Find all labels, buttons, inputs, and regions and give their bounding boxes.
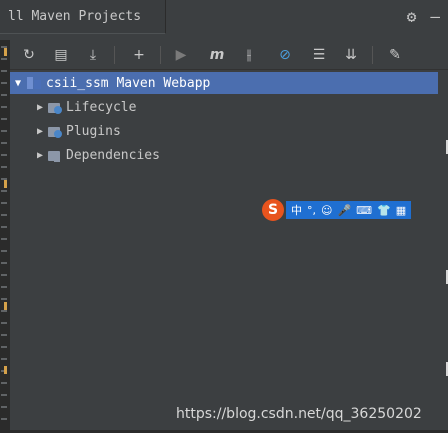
gutter-tick xyxy=(1,250,7,252)
diagram-icon[interactable]: ☰ xyxy=(308,44,330,66)
maven-projects-tab[interactable]: ll Maven Projects xyxy=(0,0,166,34)
ime-keyboard-button[interactable]: ⌨ xyxy=(356,204,372,217)
tree-item-dependencies[interactable]: ▶ Dependencies xyxy=(32,144,160,166)
gutter-tick xyxy=(1,226,7,228)
gutter-marker xyxy=(4,366,7,374)
ime-toolbar: S 中 °, ☺ 🎤 ⌨ 👕 ▦ xyxy=(262,199,438,221)
ime-punct-button[interactable]: °, xyxy=(307,204,316,217)
header-actions: ⚙ — xyxy=(407,7,440,27)
watermark-text: https://blog.csdn.net/qq_36250202 xyxy=(176,406,422,422)
gutter-tick xyxy=(1,286,7,288)
toolbar-separator xyxy=(372,46,373,64)
chevron-right-icon[interactable]: ▶ xyxy=(32,102,48,113)
ime-button-group: 中 °, ☺ 🎤 ⌨ 👕 ▦ xyxy=(286,201,412,219)
gutter-tick xyxy=(1,418,7,420)
ime-lang-button[interactable]: 中 xyxy=(291,202,302,218)
tree-item-label: Dependencies xyxy=(66,147,160,163)
gutter-tick xyxy=(1,190,7,192)
collapse-icon[interactable]: ⇊ xyxy=(340,44,362,66)
gutter-tick xyxy=(1,334,7,336)
left-gutter xyxy=(0,40,10,433)
ime-menu-button[interactable]: ▦ xyxy=(396,204,406,217)
folder-gear-icon xyxy=(48,101,62,114)
tool-window-title: ll Maven Projects xyxy=(8,9,142,24)
gear-icon[interactable]: ⚙ xyxy=(407,7,417,27)
tool-window-header: ll Maven Projects ⚙ — xyxy=(0,0,448,37)
gutter-tick xyxy=(1,382,7,384)
sogou-logo-icon[interactable]: S xyxy=(262,199,284,221)
folder-gear-icon[interactable]: ▤ xyxy=(50,44,72,66)
refresh-icon[interactable]: ↻ xyxy=(18,44,40,66)
wrench-icon[interactable]: ✎ xyxy=(384,44,406,66)
gutter-tick xyxy=(1,262,7,264)
gutter-tick xyxy=(1,358,7,360)
maven-goal-icon[interactable]: m xyxy=(206,44,228,66)
ime-voice-button[interactable]: 🎤 xyxy=(337,204,351,217)
run-icon[interactable]: ▶ xyxy=(170,44,192,66)
maven-module-icon xyxy=(26,76,42,90)
gutter-tick xyxy=(1,298,7,300)
tree-item-label: Plugins xyxy=(66,123,121,139)
plus-icon[interactable]: + xyxy=(128,44,150,66)
gutter-tick xyxy=(1,130,7,132)
maven-toolbar: ↻ ▤ ⤓ + ▶ m ⫲ ⊘ ☰ ⇊ ✎ xyxy=(10,40,448,70)
gutter-tick xyxy=(1,202,7,204)
library-folder-icon xyxy=(48,149,62,162)
tree-root-project[interactable]: ▼ csii_ssm Maven Webapp xyxy=(10,72,438,94)
offline-icon[interactable]: ⫲ xyxy=(238,44,260,66)
gutter-tick xyxy=(1,322,7,324)
gutter-tick xyxy=(1,238,7,240)
gutter-tick xyxy=(1,118,7,120)
chevron-right-icon[interactable]: ▶ xyxy=(32,126,48,137)
gutter-tick xyxy=(1,94,7,96)
tree-item-plugins[interactable]: ▶ Plugins xyxy=(32,120,121,142)
gutter-marker xyxy=(4,48,7,56)
gutter-tick xyxy=(1,166,7,168)
gutter-tick xyxy=(1,82,7,84)
gutter-tick xyxy=(1,274,7,276)
tree-item-lifecycle[interactable]: ▶ Lifecycle xyxy=(32,96,136,118)
folder-gear-icon xyxy=(48,125,62,138)
skip-tests-icon[interactable]: ⊘ xyxy=(274,44,296,66)
gutter-tick xyxy=(1,394,7,396)
gutter-tick xyxy=(1,310,7,312)
gutter-tick xyxy=(1,106,7,108)
gutter-tick xyxy=(1,70,7,72)
toolbar-separator xyxy=(160,46,161,64)
download-icon[interactable]: ⤓ xyxy=(82,44,104,66)
gutter-tick xyxy=(1,406,7,408)
gutter-tick xyxy=(1,346,7,348)
gutter-marker xyxy=(4,302,7,310)
toolbar-separator xyxy=(114,46,115,64)
gutter-tick xyxy=(1,58,7,60)
ime-skin-button[interactable]: 👕 xyxy=(377,204,391,217)
ime-emoji-button[interactable]: ☺ xyxy=(321,204,332,217)
gutter-marker xyxy=(4,180,7,188)
tree-item-label: Lifecycle xyxy=(66,99,137,115)
tree-root-label: csii_ssm Maven Webapp xyxy=(46,75,211,91)
gutter-tick xyxy=(1,142,7,144)
gutter-tick xyxy=(1,214,7,216)
chevron-down-icon[interactable]: ▼ xyxy=(10,78,26,89)
maven-project-tree: ▼ csii_ssm Maven Webapp ▶ Lifecycle ▶ Pl… xyxy=(10,72,448,402)
minimize-icon[interactable]: — xyxy=(430,7,440,27)
gutter-tick xyxy=(1,154,7,156)
chevron-right-icon[interactable]: ▶ xyxy=(32,150,48,161)
